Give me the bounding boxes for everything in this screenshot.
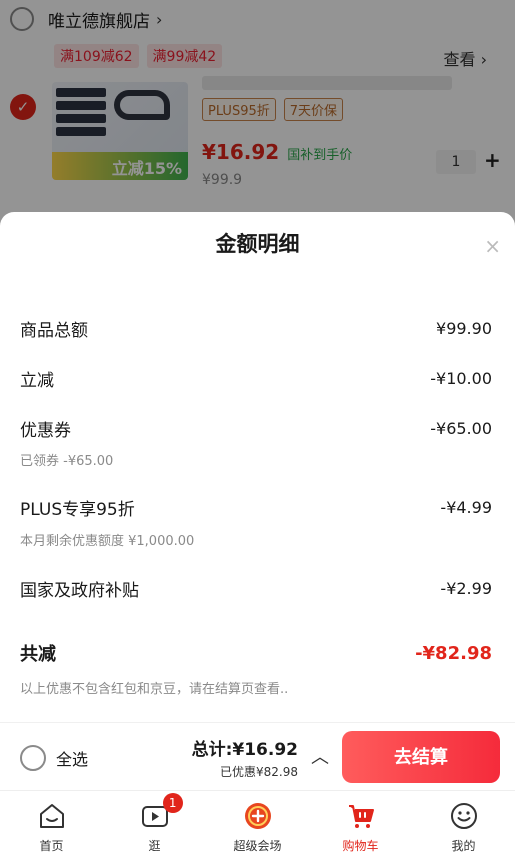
total-label: 共减: [20, 644, 56, 665]
select-all-checkbox[interactable]: [20, 745, 46, 771]
tab-label: 我的: [451, 839, 476, 853]
home-icon: [39, 804, 64, 828]
tab-label: 购物车: [342, 839, 379, 853]
select-all-label[interactable]: 全选: [56, 746, 88, 770]
total-value: -¥82.98: [415, 642, 492, 664]
row-subtotal: 商品总额 ¥99.90: [20, 316, 492, 341]
row-plus-discount: PLUS专享95折 -¥4.99: [20, 495, 492, 520]
tab-label: 逛: [148, 839, 161, 853]
tab-super-venue[interactable]: 超级会场: [206, 791, 309, 860]
tab-browse[interactable]: 1 逛: [103, 791, 206, 860]
row-sub-note: 已领券 -¥65.00: [20, 454, 114, 469]
row-value: -¥10.00: [430, 369, 492, 388]
row-subsidy: 国家及政府补贴 -¥2.99: [20, 576, 492, 601]
row-label: 立减: [20, 371, 54, 391]
row-label: PLUS专享95折: [20, 500, 135, 520]
sheet-title: 金额明细: [215, 232, 300, 256]
row-value: -¥65.00: [430, 419, 492, 438]
tab-label: 超级会场: [233, 839, 282, 853]
row-coupon: 优惠券 -¥65.00: [20, 416, 492, 441]
row-value: -¥4.99: [440, 498, 492, 517]
row-value: ¥99.90: [436, 319, 492, 338]
bottom-tab-bar: 首页 1 逛 超级会场 购物车 我的: [0, 790, 515, 860]
tab-cart[interactable]: 购物车: [309, 791, 412, 860]
row-instant-discount: 立减 -¥10.00: [20, 366, 492, 391]
tab-label: 首页: [39, 839, 64, 853]
sheet-footnote: 以上优惠不包含红包和京豆，请在结算页查看..: [20, 682, 289, 697]
price-detail-sheet: 金额明细 × 商品总额 ¥99.90 立减 -¥10.00 优惠券 -¥65.0…: [0, 212, 515, 722]
tab-home[interactable]: 首页: [0, 791, 103, 860]
smile-icon: [450, 803, 477, 829]
row-label: 优惠券: [20, 421, 71, 441]
close-icon[interactable]: ×: [484, 234, 501, 258]
row-label: 国家及政府补贴: [20, 581, 139, 601]
save-icon: [244, 803, 271, 829]
row-label: 商品总额: [20, 321, 88, 341]
overlay-backdrop[interactable]: [0, 0, 515, 230]
checkout-bar: 全选 总计:¥16.92 已优惠¥82.98 ︿ 去结算: [0, 722, 515, 790]
cart-icon: [348, 805, 374, 828]
row-total-discount: 共减 -¥82.98: [20, 640, 492, 666]
row-value: -¥2.99: [440, 579, 492, 598]
sum-total: 总计:¥16.92: [191, 740, 298, 760]
sum-block: 总计:¥16.92 已优惠¥82.98: [180, 735, 298, 780]
checkout-button[interactable]: 去结算: [342, 731, 500, 783]
notification-badge: 1: [162, 793, 183, 813]
row-sub-note: 本月剩余优惠额度 ¥1,000.00: [20, 534, 195, 549]
chevron-up-icon[interactable]: ︿: [311, 743, 329, 769]
select-all[interactable]: 全选: [20, 745, 88, 771]
tab-profile[interactable]: 我的: [412, 791, 515, 860]
sum-saved: 已优惠¥82.98: [220, 765, 298, 779]
